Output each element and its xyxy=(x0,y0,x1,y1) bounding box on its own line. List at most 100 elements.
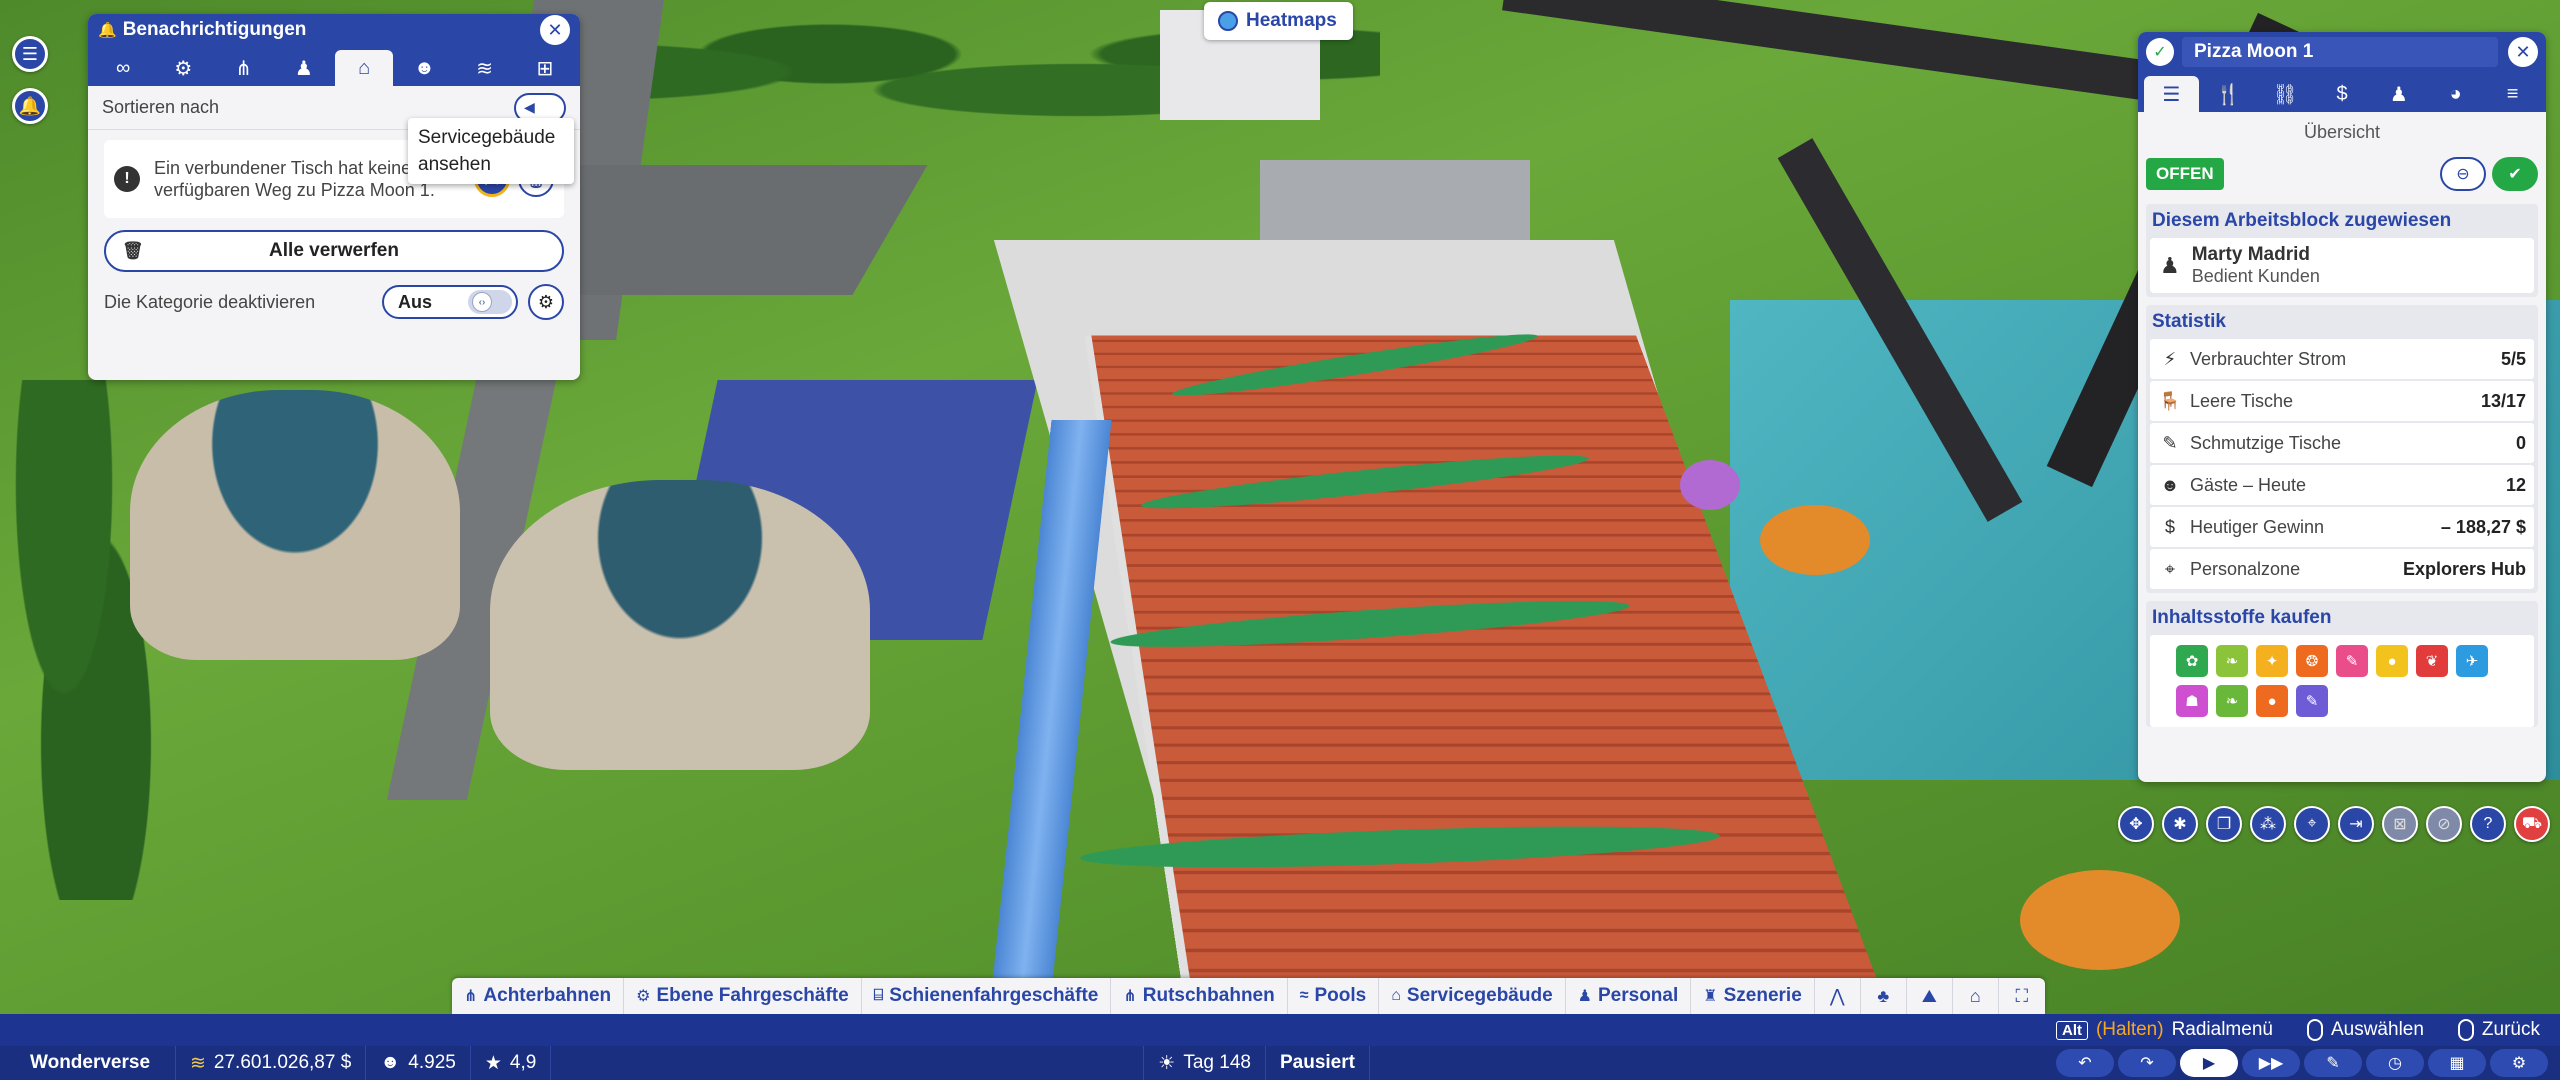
ingredient-button[interactable]: ✈ xyxy=(2456,645,2488,677)
ingredient-button[interactable]: ✎ xyxy=(2336,645,2368,677)
build-cat-label: Achterbahnen xyxy=(483,985,612,1006)
build-cat-facilities[interactable]: ⌂ Servicegebäude xyxy=(1379,978,1566,1014)
move-icon[interactable]: ✥ xyxy=(2118,806,2154,842)
build-cat-scenery[interactable]: ♜ Szenerie xyxy=(1691,978,1815,1014)
build-category-bar: ⋔ Achterbahnen ⚙ Ebene Fahrgeschäfte ⌸ Schi… xyxy=(452,978,2045,1014)
game-state: Pausiert xyxy=(1266,1046,1370,1080)
disabled-tool-icon-2: ⊘ xyxy=(2426,806,2462,842)
tab-finance[interactable]: $ xyxy=(2315,76,2370,112)
blueprint-icon[interactable]: ⁂ xyxy=(2250,806,2286,842)
close-building-button[interactable]: ⊖ xyxy=(2440,157,2486,191)
day-value: Tag 148 xyxy=(1183,1052,1251,1073)
locate-icon[interactable]: ⌖ xyxy=(2294,806,2330,842)
fast-forward-icon[interactable]: ▶▶ xyxy=(2242,1049,2300,1077)
freeze-icon[interactable]: ✱ xyxy=(2162,806,2198,842)
park-money[interactable]: ≋ 27.601.026,87 $ xyxy=(176,1046,367,1080)
fullscreen-icon[interactable]: ⛶ xyxy=(1999,978,2045,1014)
tab-misc[interactable]: ⊞ xyxy=(516,50,574,86)
heatmaps-label: Heatmaps xyxy=(1246,10,1337,31)
terrain-icon[interactable]: ⛰ xyxy=(1907,978,1953,1014)
park-guests[interactable]: ☻ 4.925 xyxy=(366,1046,471,1080)
tab-menu[interactable]: 🍴 xyxy=(2201,76,2256,112)
ingredient-button[interactable]: ✎ xyxy=(2296,685,2328,717)
weather-icon[interactable]: ✎ xyxy=(2304,1049,2362,1077)
ingredient-button[interactable]: ❧ xyxy=(2216,685,2248,717)
alt-key: Alt xyxy=(2055,1020,2088,1040)
dismiss-all-button[interactable]: 🗑 Alle verwerfen xyxy=(104,230,564,272)
build-cat-pools[interactable]: ≈ Pools xyxy=(1288,978,1380,1014)
time-icon[interactable]: ◷ xyxy=(2366,1049,2424,1077)
demolish-icon[interactable]: ⛟ xyxy=(2514,806,2550,842)
build-cat-track-rides[interactable]: ⌸ Schienenfahrgeschäfte xyxy=(862,978,1112,1014)
ingredient-button[interactable]: ✦ xyxy=(2256,645,2288,677)
build-cat-coasters[interactable]: ⋔ Achterbahnen xyxy=(452,978,625,1014)
ingredient-button[interactable]: ● xyxy=(2256,685,2288,717)
notification-settings-button[interactable]: ⚙ xyxy=(528,284,564,320)
tab-staff[interactable]: ♟ xyxy=(275,50,333,86)
tree-icon[interactable]: ♣ xyxy=(1861,978,1907,1014)
building-name-field[interactable]: Pizza Moon 1 xyxy=(2182,37,2498,67)
tab-guests[interactable]: ☻ xyxy=(395,50,453,86)
tab-finance[interactable]: ≋ xyxy=(456,50,514,86)
build-cat-slides[interactable]: ⋔ Rutschbahnen xyxy=(1111,978,1288,1014)
park-name[interactable]: Wonderverse xyxy=(0,1046,176,1080)
close-button[interactable]: ✕ xyxy=(2508,37,2538,67)
tab-staff[interactable]: ♟ xyxy=(2371,76,2426,112)
clipboard-icon: ☰ xyxy=(2162,83,2181,106)
heatmaps-button[interactable]: Heatmaps xyxy=(1204,2,1353,40)
ingredient-button[interactable]: ✿ xyxy=(2176,645,2208,677)
bell-icon[interactable]: 🔔 xyxy=(12,88,48,124)
retro-tower-left xyxy=(130,390,460,660)
assignee-card[interactable]: ♟ Marty Madrid Bedient Kunden xyxy=(2150,238,2534,293)
ingredient-button[interactable]: ● xyxy=(2376,645,2408,677)
tab-coasters[interactable]: ⋔ xyxy=(215,50,273,86)
tab-overview[interactable]: ☰ xyxy=(2144,76,2199,112)
tab-appearance[interactable]: ◕ xyxy=(2428,76,2483,112)
tab-list[interactable]: ≡ xyxy=(2485,76,2540,112)
ingredient-button[interactable]: ❂ xyxy=(2296,645,2328,677)
build-cat-staff[interactable]: ♟ Personal xyxy=(1566,978,1692,1014)
stat-staff-zone[interactable]: ⌖ Personalzone Explorers Hub xyxy=(2150,549,2534,589)
tooltip: Servicegebäude ansehen xyxy=(408,118,574,184)
tab-facilities[interactable]: ⌂ xyxy=(335,50,394,86)
build-cat-flat-rides[interactable]: ⚙ Ebene Fahrgeschäfte xyxy=(624,978,862,1014)
money-bag-icon: $ xyxy=(2164,516,2175,537)
palette-icon: ◕ xyxy=(2449,82,2462,105)
close-button[interactable]: ✕ xyxy=(540,15,570,45)
camera-icon[interactable]: ▦ xyxy=(2428,1049,2486,1077)
stat-label: Gäste – Heute xyxy=(2190,474,2307,495)
play-icon[interactable]: ▶ xyxy=(2180,1049,2238,1077)
blueprints-icon[interactable]: ⌂ xyxy=(1953,978,1999,1014)
stat-empty-tables: 🪑 Leere Tische 13/17 xyxy=(2150,381,2534,421)
build-cat-label: Rutschbahnen xyxy=(1142,985,1275,1006)
orange-dome-large xyxy=(2020,870,2180,970)
info-header: ✓ Pizza Moon 1 ✕ xyxy=(2138,32,2546,72)
tab-rides[interactable]: ⚙ xyxy=(154,50,212,86)
undo-icon[interactable]: ↶ xyxy=(2056,1049,2114,1077)
assignee-name: Marty Madrid xyxy=(2191,244,2310,265)
money-value: 27.601.026,87 $ xyxy=(213,1052,352,1073)
assigned-title: Diesem Arbeitsblock zugewiesen xyxy=(2152,210,2452,231)
help-icon[interactable]: ? xyxy=(2470,806,2506,842)
tab-all[interactable]: ∞ xyxy=(94,50,152,86)
disable-category-toggle[interactable]: Aus ‹› xyxy=(382,285,518,319)
person-icon: ♟ xyxy=(2389,83,2408,106)
tab-links[interactable]: ⛓ xyxy=(2258,76,2313,112)
settings-gear-icon[interactable]: ⚙ xyxy=(2490,1049,2548,1077)
assigned-section: Diesem Arbeitsblock zugewiesen ♟ Marty M… xyxy=(2146,204,2538,297)
paths-icon[interactable]: ⋀ xyxy=(1815,978,1861,1014)
copy-icon[interactable]: ❐ xyxy=(2206,806,2242,842)
flower-bush xyxy=(1680,460,1740,510)
ingredient-button[interactable]: ❧ xyxy=(2216,645,2248,677)
clipboard-icon[interactable]: ☰ xyxy=(12,36,48,72)
redo-icon[interactable]: ↷ xyxy=(2118,1049,2176,1077)
open-building-button[interactable]: ✔ xyxy=(2492,157,2538,191)
stat-label: Verbrauchter Strom xyxy=(2190,348,2347,369)
ingredient-button[interactable]: ☗ xyxy=(2176,685,2208,717)
ingredient-button[interactable]: ❦ xyxy=(2416,645,2448,677)
tree-cluster-left xyxy=(0,380,160,900)
export-icon[interactable]: ⇥ xyxy=(2338,806,2374,842)
build-cat-label: Pools xyxy=(1314,985,1367,1006)
speed-controls: ↶ ↷ ▶ ▶▶ ✎ ◷ ▦ ⚙ xyxy=(2056,1046,2560,1080)
park-rating[interactable]: ★ 4,9 xyxy=(471,1046,552,1080)
